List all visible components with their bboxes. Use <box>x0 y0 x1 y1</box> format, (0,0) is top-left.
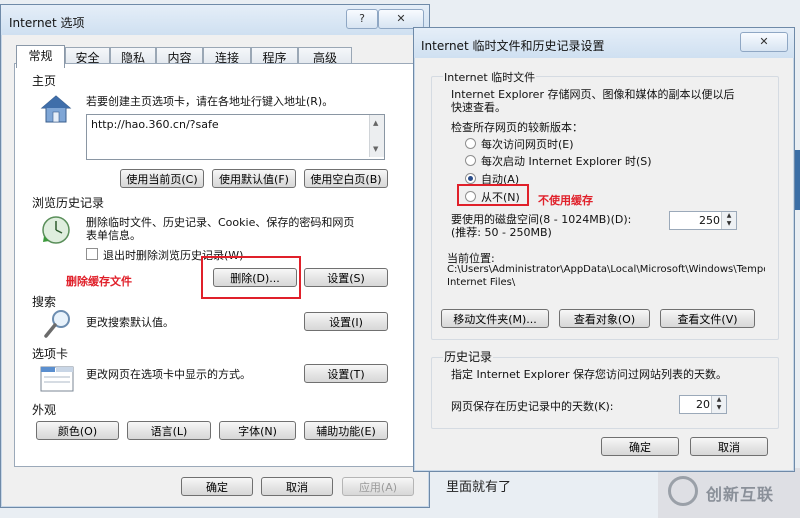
appearance-section-title: 外观 <box>32 403 57 417</box>
view-objects-button[interactable]: 查看对象(O) <box>559 309 650 328</box>
dialog-title: Internet 选项 <box>9 16 85 30</box>
history-section-title: 浏览历史记录 <box>32 196 105 210</box>
ok-button[interactable]: 确定 <box>181 477 253 496</box>
colors-button[interactable]: 颜色(O) <box>36 421 119 440</box>
help-button[interactable]: ? <box>346 9 378 29</box>
location-path-line1: C:\Users\Administrator\AppData\Local\Mic… <box>447 264 765 275</box>
tabs-settings-button[interactable]: 设置(T) <box>304 364 388 383</box>
languages-button[interactable]: 语言(L) <box>127 421 211 440</box>
history-settings-button[interactable]: 设置(S) <box>304 268 388 287</box>
tab-general[interactable]: 常规 <box>16 45 65 68</box>
disk-space-spinner[interactable]: 250 ▲ ▼ <box>669 211 737 230</box>
temp-description-line2: 快速查看。 <box>451 101 506 114</box>
homepage-section-title: 主页 <box>32 74 57 88</box>
use-current-button[interactable]: 使用当前页(C) <box>120 169 204 188</box>
logo-text: 创新互联 <box>706 485 775 504</box>
history-days-spinner[interactable]: 20 ▲ ▼ <box>679 395 727 414</box>
cancel-button[interactable]: 取消 <box>261 477 333 496</box>
delete-highlight-box <box>201 256 301 299</box>
history-days-label: 网页保存在历史记录中的天数(K): <box>451 400 614 413</box>
radio-automatic[interactable] <box>465 173 476 184</box>
temp-files-group <box>431 76 779 340</box>
temp-files-group-title: Internet 临时文件 <box>443 69 537 85</box>
url-box-scrollbar[interactable]: ▲ ▼ <box>369 115 384 157</box>
temp-dialog-title: Internet 临时文件和历史记录设置 <box>421 39 605 53</box>
radio-every-visit[interactable] <box>465 138 476 149</box>
watermark-logo: 创新互联 <box>658 468 800 518</box>
never-highlight-box <box>457 184 529 206</box>
disk-space-value: 250 <box>699 214 720 227</box>
temp-close-button[interactable]: ✕ <box>740 32 788 52</box>
history-days-value: 20 <box>696 398 710 411</box>
temp-files-dialog: Internet 临时文件和历史记录设置 ✕ Internet 临时文件 Int… <box>413 27 795 472</box>
radio-every-start[interactable] <box>465 155 476 166</box>
radio-every-start-label[interactable]: 每次启动 Internet Explorer 时(S) <box>481 153 652 169</box>
disk-space-hint: (推荐: 50 - 250MB) <box>451 226 552 239</box>
apply-button[interactable]: 应用(A) <box>342 477 414 496</box>
tabs-section-title: 选项卡 <box>32 347 69 361</box>
radio-every-visit-label[interactable]: 每次访问网页时(E) <box>481 136 574 152</box>
search-settings-button[interactable]: 设置(I) <box>304 312 388 331</box>
scroll-up-icon[interactable]: ▲ <box>373 119 378 127</box>
magnifier-icon <box>43 308 73 340</box>
history-group-title: 历史记录 <box>443 348 494 365</box>
homepage-url-box[interactable]: http://hao.360.cn/?safe ▲ ▼ <box>86 114 385 160</box>
move-folder-button[interactable]: 移动文件夹(M)... <box>441 309 549 328</box>
spinner-arrows-icon[interactable]: ▲ ▼ <box>721 212 736 229</box>
delete-on-exit-checkbox[interactable] <box>86 248 98 260</box>
delete-cache-annotation: 删除缓存文件 <box>66 275 132 288</box>
accessibility-button[interactable]: 辅助功能(E) <box>304 421 388 440</box>
location-path-line2: Internet Files\ <box>447 277 516 288</box>
tabs-window-icon <box>40 365 74 393</box>
view-files-button[interactable]: 查看文件(V) <box>660 309 755 328</box>
days-spinner-arrows-icon[interactable]: ▲ ▼ <box>711 396 726 413</box>
house-icon <box>40 94 72 124</box>
use-default-button[interactable]: 使用默认值(F) <box>212 169 296 188</box>
location-path-box: C:\Users\Administrator\AppData\Local\Mic… <box>447 264 765 292</box>
tabs-description: 更改网页在选项卡中显示的方式。 <box>86 368 251 381</box>
search-description: 更改搜索默认值。 <box>86 316 174 329</box>
history-days-description: 指定 Internet Explorer 保存您访问过网站列表的天数。 <box>451 368 727 381</box>
scroll-down-icon[interactable]: ▼ <box>373 145 378 153</box>
history-clock-icon <box>40 214 72 246</box>
check-versions-label: 检查所存网页的较新版本： <box>451 121 583 134</box>
close-button[interactable]: ✕ <box>378 9 424 29</box>
homepage-description: 若要创建主页选项卡，请在各地址行键入地址(R)。 <box>86 95 334 108</box>
background-caption: 里面就有了 <box>446 480 512 495</box>
temp-ok-button[interactable]: 确定 <box>601 437 679 456</box>
fonts-button[interactable]: 字体(N) <box>219 421 296 440</box>
internet-options-dialog: Internet 选项 ? ✕ 常规 安全 隐私 内容 连接 程序 高级 主页 … <box>0 4 430 508</box>
logo-icon <box>668 476 698 506</box>
temp-cancel-button[interactable]: 取消 <box>690 437 768 456</box>
history-description-line2: 表单信息。 <box>86 229 141 242</box>
homepage-url: http://hao.360.cn/?safe <box>91 118 219 131</box>
no-cache-annotation: 不使用缓存 <box>538 194 593 207</box>
use-blank-button[interactable]: 使用空白页(B) <box>304 169 388 188</box>
